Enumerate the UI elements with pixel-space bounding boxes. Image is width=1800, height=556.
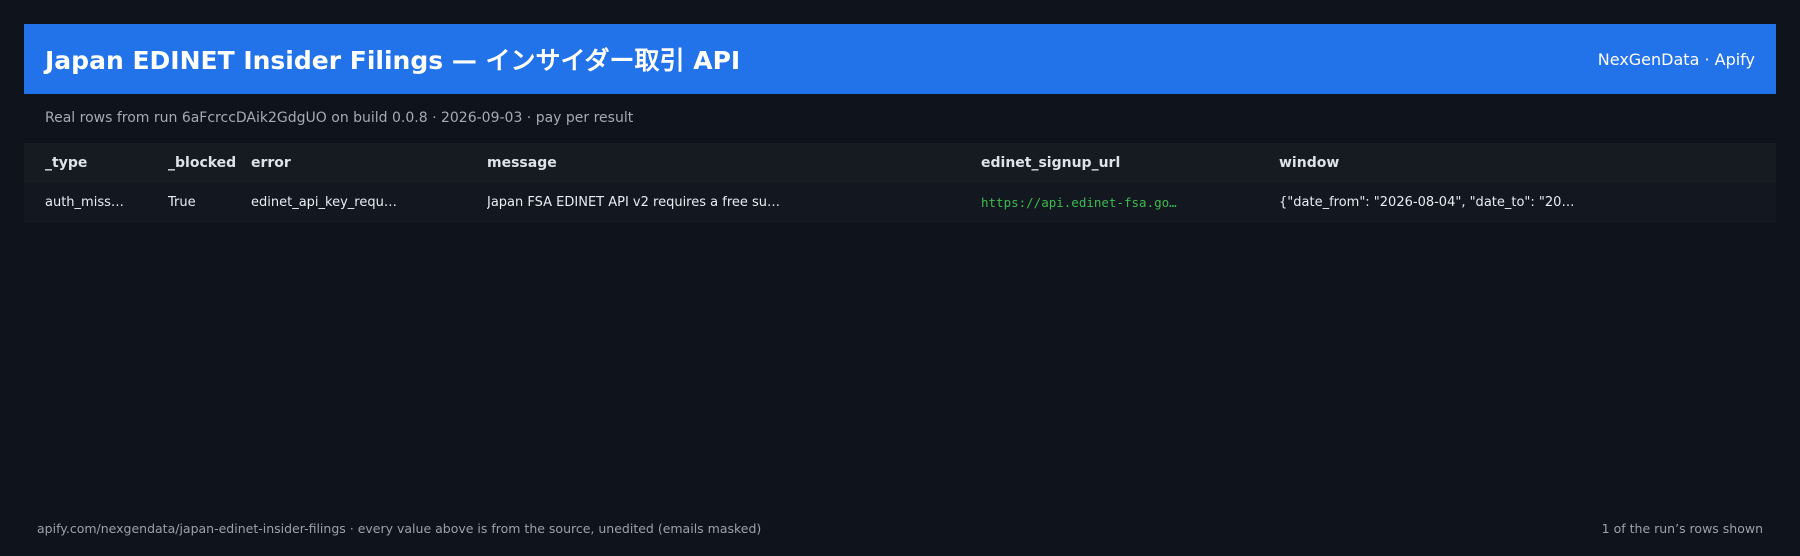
column-header-signup-url: edinet_signup_url bbox=[981, 155, 1121, 171]
column-header-blocked: _blocked bbox=[168, 155, 237, 171]
column-header-error: error bbox=[251, 155, 291, 171]
brand-label: NexGenData · Apify bbox=[1597, 49, 1755, 69]
footer-source-note: apify.com/nexgendata/japan-edinet-inside… bbox=[37, 521, 762, 536]
page-title: Japan EDINET Insider Filings — インサイダー取引 … bbox=[45, 46, 741, 75]
cell-blocked: True bbox=[168, 195, 196, 210]
column-header-window: window bbox=[1279, 155, 1340, 171]
column-header-message: message bbox=[487, 155, 557, 171]
column-header-type: _type bbox=[45, 155, 88, 171]
header-bar: Japan EDINET Insider Filings — インサイダー取引 … bbox=[24, 24, 1776, 94]
cell-signup-url-link[interactable]: https://api.edinet-fsa.go… bbox=[981, 183, 1177, 223]
cell-window: {"date_from": "2026-08-04", "date_to": "… bbox=[1279, 195, 1575, 210]
run-subtitle: Real rows from run 6aFcrccDAik2GdgUO on … bbox=[45, 110, 634, 126]
results-table: _type _blocked error message edinet_sign… bbox=[24, 143, 1776, 223]
cell-error: edinet_api_key_requ… bbox=[251, 195, 397, 210]
cell-type: auth_miss… bbox=[45, 195, 124, 210]
table-row: auth_miss… True edinet_api_key_requ… Jap… bbox=[24, 183, 1776, 223]
cell-message: Japan FSA EDINET API v2 requires a free … bbox=[487, 195, 781, 210]
footer-row-count: 1 of the run’s rows shown bbox=[1601, 521, 1763, 536]
table-header-row: _type _blocked error message edinet_sign… bbox=[24, 143, 1776, 183]
